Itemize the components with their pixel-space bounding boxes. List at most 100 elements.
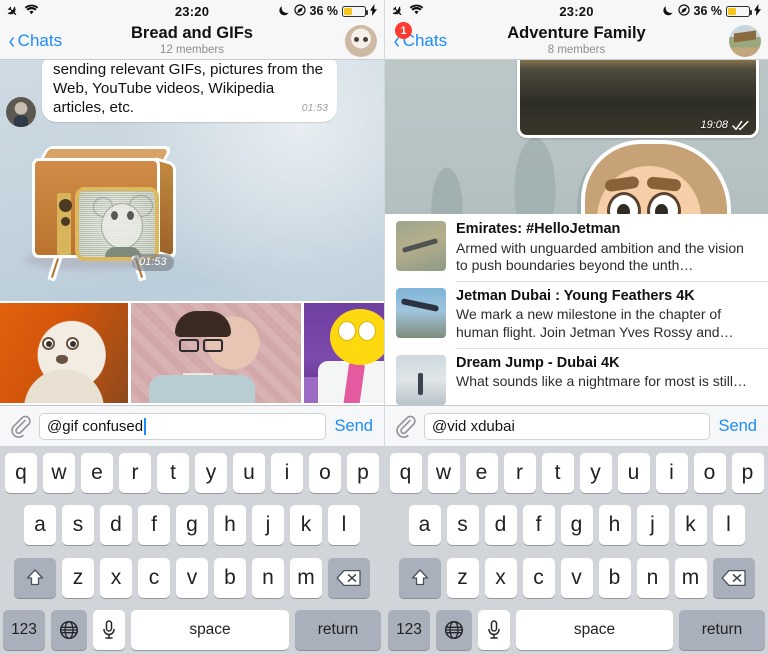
gif-results-strip[interactable] [0, 301, 384, 405]
key-i[interactable]: i [271, 453, 303, 493]
space-key[interactable]: space [131, 609, 289, 650]
globe-icon[interactable] [436, 609, 472, 650]
keyboard-left[interactable]: q w e r t y u i o p a s d f g h j k l z … [0, 446, 384, 654]
key-x[interactable]: x [484, 557, 517, 598]
key-t[interactable]: t [157, 453, 189, 493]
key-p[interactable]: p [731, 453, 764, 493]
key-v[interactable]: v [176, 557, 208, 598]
list-item[interactable]: Jetman Dubai : Young Feathers 4K We mark… [385, 281, 768, 348]
list-item[interactable]: Dream Jump - Dubai 4K What sounds like a… [385, 348, 768, 405]
key-r[interactable]: r [119, 453, 151, 493]
gif-result-homer-simpson[interactable] [304, 303, 384, 403]
key-j[interactable]: j [636, 505, 669, 546]
key-y[interactable]: y [579, 453, 612, 493]
key-b[interactable]: b [598, 557, 631, 598]
back-to-chats-button[interactable]: ‹ Chats [0, 29, 62, 52]
key-o[interactable]: o [309, 453, 341, 493]
key-n[interactable]: n [636, 557, 669, 598]
key-f[interactable]: f [522, 505, 555, 546]
inline-bot-results[interactable]: Emirates: #HelloJetman Armed with unguar… [385, 214, 768, 405]
key-w[interactable]: w [43, 453, 75, 493]
key-d[interactable]: d [484, 505, 517, 546]
key-c[interactable]: c [138, 557, 170, 598]
key-l[interactable]: l [712, 505, 745, 546]
key-b[interactable]: b [214, 557, 246, 598]
gif-result-surprised-cat[interactable] [0, 303, 128, 403]
key-u[interactable]: u [233, 453, 265, 493]
shift-key[interactable] [398, 557, 441, 598]
back-to-chats-button[interactable]: 1 ‹ Chats [385, 22, 447, 52]
key-a[interactable]: a [24, 505, 56, 546]
key-h[interactable]: h [598, 505, 631, 546]
backspace-key[interactable] [328, 557, 370, 598]
key-q[interactable]: q [389, 453, 422, 493]
return-key[interactable]: return [679, 609, 765, 650]
chat-avatar-hut[interactable] [729, 24, 761, 57]
status-bar-right: ✈ 23:20 36 % [385, 0, 768, 22]
key-s[interactable]: s [446, 505, 479, 546]
key-l[interactable]: l [328, 505, 360, 546]
key-g[interactable]: g [176, 505, 208, 546]
message-bubble[interactable]: sending relevant GIFs, pictures from the… [42, 60, 337, 123]
key-d[interactable]: d [100, 505, 132, 546]
key-m[interactable]: m [290, 557, 322, 598]
paperclip-icon[interactable] [9, 414, 31, 438]
send-button[interactable]: Send [718, 417, 759, 436]
key-g[interactable]: g [560, 505, 593, 546]
keyboard-row-4: 123 space return [388, 609, 765, 650]
key-i[interactable]: i [655, 453, 688, 493]
key-k[interactable]: k [674, 505, 707, 546]
sender-avatar-durov[interactable] [6, 97, 36, 127]
key-m[interactable]: m [674, 557, 707, 598]
list-item[interactable]: Emirates: #HelloJetman Armed with unguar… [385, 214, 768, 281]
key-z[interactable]: z [446, 557, 479, 598]
key-u[interactable]: u [617, 453, 650, 493]
microphone-icon[interactable] [93, 609, 125, 650]
paperclip-icon[interactable] [394, 414, 416, 438]
backspace-key[interactable] [712, 557, 755, 598]
key-c[interactable]: c [522, 557, 555, 598]
key-v[interactable]: v [560, 557, 593, 598]
chat-scroll-area-right[interactable]: 19:08 Emirates: #HelloJetman Armed with … [385, 60, 768, 405]
key-x[interactable]: x [100, 557, 132, 598]
key-w[interactable]: w [427, 453, 460, 493]
key-e[interactable]: e [465, 453, 498, 493]
video-message-time: 19:08 [700, 119, 728, 131]
list-item-description: We mark a new milestone in the chapter o… [456, 306, 734, 341]
key-q[interactable]: q [5, 453, 37, 493]
key-s[interactable]: s [62, 505, 94, 546]
list-item-text: Jetman Dubai : Young Feathers 4K We mark… [456, 288, 759, 342]
chat-scroll-area-left[interactable]: sending relevant GIFs, pictures from the… [0, 60, 384, 405]
shift-key[interactable] [14, 557, 56, 598]
keyboard-row-3: z x c v b n m [388, 557, 765, 598]
key-t[interactable]: t [541, 453, 574, 493]
key-n[interactable]: n [252, 557, 284, 598]
return-key[interactable]: return [295, 609, 381, 650]
space-key[interactable]: space [516, 609, 673, 650]
key-r[interactable]: r [503, 453, 536, 493]
key-z[interactable]: z [62, 557, 94, 598]
chat-avatar-cat[interactable] [345, 24, 377, 57]
key-a[interactable]: a [408, 505, 441, 546]
send-button[interactable]: Send [334, 417, 375, 436]
key-h[interactable]: h [214, 505, 246, 546]
key-e[interactable]: e [81, 453, 113, 493]
numbers-key[interactable]: 123 [388, 609, 430, 650]
key-p[interactable]: p [347, 453, 379, 493]
key-j[interactable]: j [252, 505, 284, 546]
text-caret [144, 417, 146, 435]
gif-result-confused-man[interactable] [131, 303, 301, 403]
tv-sticker[interactable]: 01:53 [14, 142, 194, 282]
key-y[interactable]: y [195, 453, 227, 493]
key-k[interactable]: k [290, 505, 322, 546]
message-input-left[interactable]: @gif confused [39, 412, 327, 440]
key-o[interactable]: o [693, 453, 726, 493]
microphone-icon[interactable] [478, 609, 510, 650]
numbers-key[interactable]: 123 [3, 609, 45, 650]
video-message[interactable]: 19:08 [517, 60, 759, 138]
key-f[interactable]: f [138, 505, 170, 546]
keyboard-right[interactable]: q w e r t y u i o p a s d f g h j k l z … [385, 446, 768, 654]
message-input-right[interactable]: @vid xdubai [424, 412, 711, 440]
battery-percent-label: 36 % [309, 4, 339, 18]
globe-icon[interactable] [51, 609, 87, 650]
